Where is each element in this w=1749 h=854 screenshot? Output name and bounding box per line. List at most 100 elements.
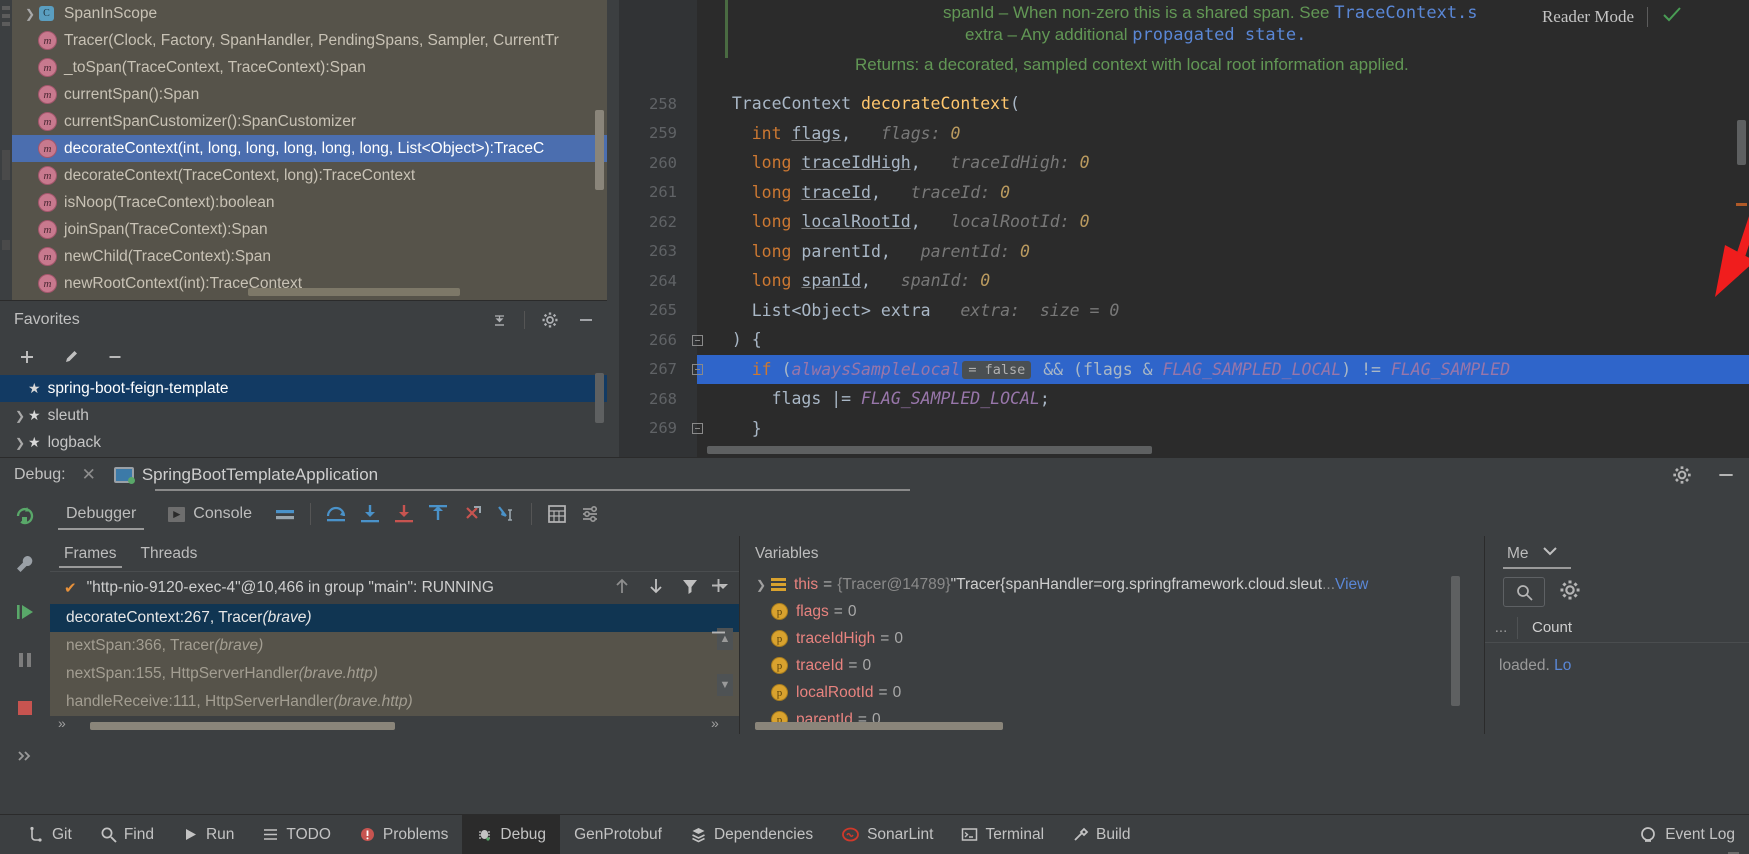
variables-collapse-icon[interactable]: » — [711, 715, 719, 731]
frames-hscrollbar[interactable] — [90, 722, 395, 730]
editor-line[interactable]: 262 long localRootId, localRootId: 0 — [607, 207, 1749, 237]
evaluate-expression-icon[interactable] — [540, 497, 574, 531]
search-input[interactable] — [1503, 577, 1545, 607]
tab-debugger[interactable]: Debugger — [50, 492, 152, 536]
editor-line[interactable]: 265 List<Object> extra extra: size = 0 — [607, 296, 1749, 326]
variables-hscrollbar[interactable] — [755, 722, 1003, 730]
mute-breakpoints-icon[interactable] — [268, 497, 302, 531]
editor-line[interactable]: 263 long parentId, parentId: 0 — [607, 237, 1749, 267]
status-bar-item-terminal[interactable]: Terminal — [947, 815, 1058, 854]
add-watch-icon[interactable] — [709, 576, 728, 601]
tab-threads[interactable]: Threads — [141, 536, 198, 571]
down-icon[interactable] — [647, 576, 665, 601]
frame-row[interactable]: handleReceive:111, HttpServerHandler (br… — [50, 688, 739, 716]
thread-row[interactable]: ✔ "http-nio-9120-exec-4"@10,466 in group… — [50, 571, 739, 604]
structure-item[interactable]: ❯mnewChild(TraceContext):Span — [12, 243, 607, 270]
structure-item[interactable]: ❯misNoop(TraceContext):boolean — [12, 189, 607, 216]
editor-line[interactable]: 258 TraceContext decorateContext( — [607, 89, 1749, 119]
variable-row[interactable]: p traceId = 0 — [741, 652, 1484, 679]
tab-console[interactable]: ► Console — [152, 492, 268, 536]
editor-line[interactable]: 266 ) { — [607, 325, 1749, 355]
editor-line[interactable]: 260 long traceIdHigh, traceIdHigh: 0 — [607, 148, 1749, 178]
editor-line[interactable]: 261 long traceId, traceId: 0 — [607, 178, 1749, 208]
gear-icon[interactable] — [1559, 579, 1581, 606]
pause-icon[interactable] — [0, 636, 50, 684]
structure-item[interactable]: ❯mTracer(Clock, Factory, SpanHandler, Pe… — [12, 27, 607, 54]
chevron-right-icon[interactable]: ❯ — [751, 578, 771, 592]
code-fold-icon[interactable] — [690, 422, 704, 436]
structure-item[interactable]: ❯mjoinSpan(TraceContext):Span — [12, 216, 607, 243]
chevron-right-icon[interactable]: ❯ — [12, 409, 28, 423]
chevron-right-icon[interactable]: ❯ — [22, 7, 38, 21]
step-into-icon[interactable] — [353, 497, 387, 531]
editor-hscrollbar[interactable] — [707, 446, 1152, 454]
memory-status-link[interactable]: Lo — [1554, 657, 1571, 674]
variables-list[interactable]: ❯ this = {Tracer@14789} "Tracer{spanHandler… — [741, 571, 1484, 733]
check-icon[interactable] — [1661, 4, 1683, 30]
status-bar-item-problems[interactable]: Problems — [345, 815, 462, 854]
chevron-down-icon[interactable] — [1541, 544, 1559, 563]
status-bar-item-find[interactable]: Find — [86, 815, 168, 854]
scroll-down-button[interactable]: ▼ — [717, 674, 733, 696]
frames-list[interactable]: decorateContext:267, Tracer (brave) nextS… — [50, 604, 739, 716]
force-step-into-icon[interactable] — [387, 497, 421, 531]
gear-icon[interactable] — [539, 309, 561, 331]
status-bar-item-build[interactable]: Build — [1058, 815, 1144, 854]
status-bar-item-git[interactable]: Git — [14, 815, 86, 854]
tab-frames[interactable]: Frames — [59, 536, 122, 571]
favorites-list[interactable]: ❯★spring-boot-feign-template❯★sleuth❯★lo… — [0, 375, 607, 456]
structure-pane[interactable]: ❯ SpanInScope ❯mTracer(Clock, Factory, Spa… — [0, 0, 607, 300]
favorites-vscrollbar[interactable] — [595, 373, 604, 423]
edit-icon[interactable] — [60, 346, 82, 368]
structure-hscrollbar[interactable] — [248, 288, 460, 296]
expand-collapse-icon[interactable] — [488, 309, 510, 331]
status-bar-item-dependencies[interactable]: Dependencies — [676, 815, 827, 854]
chevron-right-icon[interactable]: ❯ — [12, 436, 28, 450]
favorites-item[interactable]: ❯ ★ logback — [0, 429, 607, 456]
event-log-button[interactable]: Event Log — [1639, 826, 1735, 844]
collapse-all-icon[interactable]: » — [58, 715, 66, 731]
error-stripe-marker[interactable] — [1736, 203, 1747, 206]
resume-icon[interactable] — [0, 588, 50, 636]
favorites-item[interactable]: ❯★spring-boot-feign-template — [0, 375, 607, 402]
javadoc-text[interactable]: state. — [1235, 25, 1306, 45]
structure-item[interactable]: ❯ SpanInScope — [12, 0, 607, 27]
editor-line[interactable]: 267 if (alwaysSampleLocal = false && (fla… — [607, 355, 1749, 385]
minimize-icon[interactable] — [1715, 464, 1737, 486]
structure-item[interactable]: ❯mcurrentSpanCustomizer():SpanCustomizer — [12, 108, 607, 135]
minimize-icon[interactable] — [575, 309, 597, 331]
code-editor[interactable]: spanId – When non-zero this is a shared … — [607, 0, 1749, 457]
javadoc-text[interactable]: propagated — [1132, 25, 1234, 45]
structure-list[interactable]: ❯ SpanInScope ❯mTracer(Clock, Factory, Spa… — [12, 0, 607, 297]
frame-row[interactable]: nextSpan:155, HttpServerHandler (brave.h… — [50, 660, 739, 688]
editor-line[interactable]: 268 flags |= FLAG_SAMPLED_LOCAL; — [607, 384, 1749, 414]
step-out-icon[interactable] — [421, 497, 455, 531]
more-icon[interactable] — [0, 732, 50, 780]
settings-wrench-icon[interactable] — [0, 540, 50, 588]
variable-row[interactable]: p localRootId = 0 — [741, 679, 1484, 706]
structure-item[interactable]: ❯m_toSpan(TraceContext, TraceContext):Sp… — [12, 54, 607, 81]
favorites-item[interactable]: ❯ ★ sleuth — [0, 402, 607, 429]
variable-row[interactable]: p flags = 0 — [741, 598, 1484, 625]
variables-vscrollbar[interactable] — [1451, 576, 1460, 706]
structure-item[interactable]: ❯mcurrentSpan():Span — [12, 81, 607, 108]
filter-icon[interactable] — [681, 576, 699, 601]
frame-row[interactable]: decorateContext:267, Tracer (brave) — [50, 604, 739, 632]
status-bar-item-debug[interactable]: Debug — [462, 814, 561, 854]
javadoc-text[interactable]: TraceContext.s — [1334, 3, 1477, 23]
rerun-icon[interactable] — [0, 492, 50, 540]
variable-row[interactable]: ❯ this = {Tracer@14789} "Tracer{spanHandler… — [741, 571, 1484, 598]
add-icon[interactable] — [16, 346, 38, 368]
remove-icon[interactable] — [104, 346, 126, 368]
status-bar-item-genprotobuf[interactable]: GenProtobuf — [560, 815, 676, 854]
run-configuration-name[interactable]: SpringBootTemplateApplication — [142, 465, 378, 485]
variable-row[interactable]: p traceIdHigh = 0 — [741, 625, 1484, 652]
view-link[interactable]: View — [1335, 576, 1368, 594]
drop-frame-icon[interactable] — [455, 497, 489, 531]
frame-row[interactable]: nextSpan:366, Tracer (brave) — [50, 632, 739, 660]
editor-vscrollbar[interactable] — [1737, 120, 1746, 165]
run-to-cursor-icon[interactable] — [489, 497, 523, 531]
editor-line[interactable]: 264 long spanId, spanId: 0 — [607, 266, 1749, 296]
structure-item[interactable]: ❯mdecorateContext(TraceContext, long):Tr… — [12, 162, 607, 189]
editor-line[interactable]: 259 int flags, flags: 0 — [607, 119, 1749, 149]
